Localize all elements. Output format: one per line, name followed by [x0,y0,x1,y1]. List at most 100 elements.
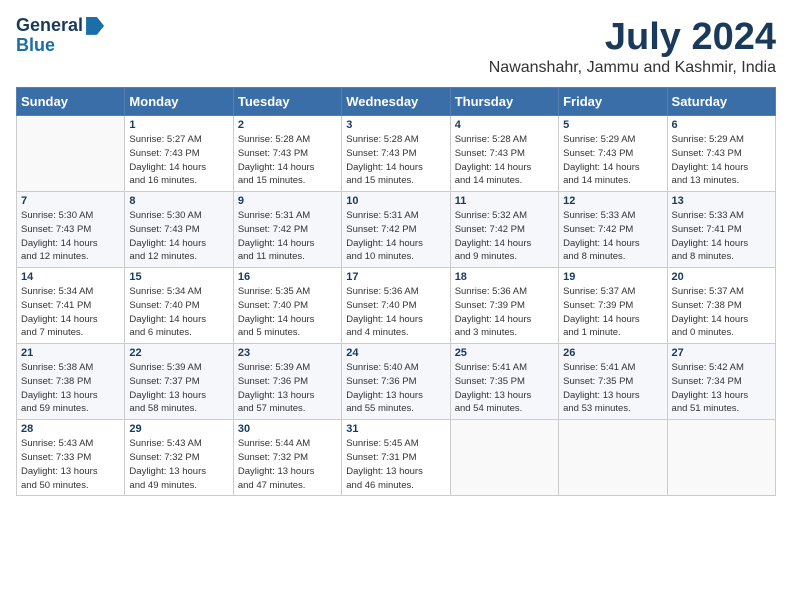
calendar-cell [667,420,775,496]
day-info: Sunrise: 5:37 AMSunset: 7:39 PMDaylight:… [563,285,662,340]
day-info: Sunrise: 5:42 AMSunset: 7:34 PMDaylight:… [672,361,771,416]
day-info: Sunrise: 5:28 AMSunset: 7:43 PMDaylight:… [346,133,445,188]
day-info: Sunrise: 5:35 AMSunset: 7:40 PMDaylight:… [238,285,337,340]
day-number: 27 [672,347,771,359]
calendar-cell: 2 Sunrise: 5:28 AMSunset: 7:43 PMDaylight… [233,116,341,192]
calendar-cell: 26 Sunrise: 5:41 AMSunset: 7:35 PMDayligh… [559,344,667,420]
day-info: Sunrise: 5:31 AMSunset: 7:42 PMDaylight:… [238,209,337,264]
day-number: 5 [563,119,662,131]
day-number: 29 [129,423,228,435]
calendar-cell: 6 Sunrise: 5:29 AMSunset: 7:43 PMDaylight… [667,116,775,192]
calendar-cell: 25Sunrise: 5:41 AMSunset: 7:35 PMDayligh… [450,344,558,420]
calendar-cell: 22Sunrise: 5:39 AMSunset: 7:37 PMDayligh… [125,344,233,420]
day-number: 7 [21,195,120,207]
calendar-cell: 13 Sunrise: 5:33 AMSunset: 7:41 PMDayligh… [667,192,775,268]
day-number: 20 [672,271,771,283]
calendar-cell: 18 Sunrise: 5:36 AMSunset: 7:39 PMDayligh… [450,268,558,344]
calendar-cell: 27 Sunrise: 5:42 AMSunset: 7:34 PMDayligh… [667,344,775,420]
day-number: 6 [672,119,771,131]
day-number: 15 [129,271,228,283]
day-number: 30 [238,423,337,435]
day-number: 26 [563,347,662,359]
day-info: Sunrise: 5:31 AMSunset: 7:42 PMDaylight:… [346,209,445,264]
day-number: 1 [129,119,228,131]
calendar-cell: 31 Sunrise: 5:45 AMSunset: 7:31 PMDayligh… [342,420,450,496]
col-header-saturday: Saturday [667,88,775,116]
calendar-cell: 11 Sunrise: 5:32 AMSunset: 7:42 PMDayligh… [450,192,558,268]
day-number: 4 [455,119,554,131]
day-number: 14 [21,271,120,283]
day-number: 19 [563,271,662,283]
calendar-cell: 3 Sunrise: 5:28 AMSunset: 7:43 PMDaylight… [342,116,450,192]
day-info: Sunrise: 5:32 AMSunset: 7:42 PMDaylight:… [455,209,554,264]
calendar-cell: 1 Sunrise: 5:27 AMSunset: 7:43 PMDaylight… [125,116,233,192]
calendar-cell: 16 Sunrise: 5:35 AMSunset: 7:40 PMDayligh… [233,268,341,344]
calendar-cell: 21Sunrise: 5:38 AMSunset: 7:38 PMDayligh… [17,344,125,420]
day-info: Sunrise: 5:30 AMSunset: 7:43 PMDaylight:… [21,209,120,264]
calendar-cell: 15 Sunrise: 5:34 AMSunset: 7:40 PMDayligh… [125,268,233,344]
day-number: 3 [346,119,445,131]
calendar-cell: 5 Sunrise: 5:29 AMSunset: 7:43 PMDaylight… [559,116,667,192]
col-header-friday: Friday [559,88,667,116]
day-info: Sunrise: 5:41 AMSunset: 7:35 PMDaylight:… [563,361,662,416]
calendar-cell: 17 Sunrise: 5:36 AMSunset: 7:40 PMDayligh… [342,268,450,344]
day-info: Sunrise: 5:29 AMSunset: 7:43 PMDaylight:… [563,133,662,188]
calendar-cell [17,116,125,192]
day-info: Sunrise: 5:28 AMSunset: 7:43 PMDaylight:… [455,133,554,188]
calendar-cell: 10Sunrise: 5:31 AMSunset: 7:42 PMDayligh… [342,192,450,268]
calendar-cell: 20 Sunrise: 5:37 AMSunset: 7:38 PMDayligh… [667,268,775,344]
logo-icon [86,17,104,35]
calendar-cell: 7 Sunrise: 5:30 AMSunset: 7:43 PMDaylight… [17,192,125,268]
calendar-cell: 12 Sunrise: 5:33 AMSunset: 7:42 PMDayligh… [559,192,667,268]
day-number: 17 [346,271,445,283]
day-number: 25 [455,347,554,359]
day-info: Sunrise: 5:44 AMSunset: 7:32 PMDaylight:… [238,437,337,492]
day-info: Sunrise: 5:45 AMSunset: 7:31 PMDaylight:… [346,437,445,492]
calendar-cell: 30 Sunrise: 5:44 AMSunset: 7:32 PMDayligh… [233,420,341,496]
logo-blue-text: Blue [16,36,104,56]
day-info: Sunrise: 5:34 AMSunset: 7:41 PMDaylight:… [21,285,120,340]
logo: General Blue [16,16,104,56]
day-number: 12 [563,195,662,207]
day-number: 9 [238,195,337,207]
day-number: 21 [21,347,120,359]
day-number: 23 [238,347,337,359]
col-header-thursday: Thursday [450,88,558,116]
day-number: 31 [346,423,445,435]
day-info: Sunrise: 5:33 AMSunset: 7:41 PMDaylight:… [672,209,771,264]
day-number: 2 [238,119,337,131]
day-info: Sunrise: 5:39 AMSunset: 7:36 PMDaylight:… [238,361,337,416]
calendar-cell: 9 Sunrise: 5:31 AMSunset: 7:42 PMDaylight… [233,192,341,268]
calendar-cell [559,420,667,496]
day-number: 28 [21,423,120,435]
day-info: Sunrise: 5:28 AMSunset: 7:43 PMDaylight:… [238,133,337,188]
calendar-cell: 29 Sunrise: 5:43 AMSunset: 7:32 PMDayligh… [125,420,233,496]
calendar-cell: 4 Sunrise: 5:28 AMSunset: 7:43 PMDaylight… [450,116,558,192]
day-info: Sunrise: 5:43 AMSunset: 7:33 PMDaylight:… [21,437,120,492]
day-number: 13 [672,195,771,207]
page-title: July 2024 [489,16,776,59]
logo-general-text: General [16,16,83,36]
col-header-sunday: Sunday [17,88,125,116]
day-number: 18 [455,271,554,283]
col-header-monday: Monday [125,88,233,116]
page-header: General Blue July 2024 Nawanshahr, Jammu… [16,16,776,77]
day-info: Sunrise: 5:40 AMSunset: 7:36 PMDaylight:… [346,361,445,416]
day-number: 16 [238,271,337,283]
calendar-cell: 24Sunrise: 5:40 AMSunset: 7:36 PMDayligh… [342,344,450,420]
calendar-cell: 19 Sunrise: 5:37 AMSunset: 7:39 PMDayligh… [559,268,667,344]
day-number: 11 [455,195,554,207]
day-info: Sunrise: 5:29 AMSunset: 7:43 PMDaylight:… [672,133,771,188]
day-info: Sunrise: 5:33 AMSunset: 7:42 PMDaylight:… [563,209,662,264]
day-info: Sunrise: 5:43 AMSunset: 7:32 PMDaylight:… [129,437,228,492]
day-info: Sunrise: 5:37 AMSunset: 7:38 PMDaylight:… [672,285,771,340]
col-header-tuesday: Tuesday [233,88,341,116]
day-info: Sunrise: 5:27 AMSunset: 7:43 PMDaylight:… [129,133,228,188]
day-info: Sunrise: 5:36 AMSunset: 7:39 PMDaylight:… [455,285,554,340]
col-header-wednesday: Wednesday [342,88,450,116]
day-info: Sunrise: 5:39 AMSunset: 7:37 PMDaylight:… [129,361,228,416]
day-number: 8 [129,195,228,207]
day-info: Sunrise: 5:36 AMSunset: 7:40 PMDaylight:… [346,285,445,340]
calendar-cell: 14 Sunrise: 5:34 AMSunset: 7:41 PMDayligh… [17,268,125,344]
day-info: Sunrise: 5:34 AMSunset: 7:40 PMDaylight:… [129,285,228,340]
